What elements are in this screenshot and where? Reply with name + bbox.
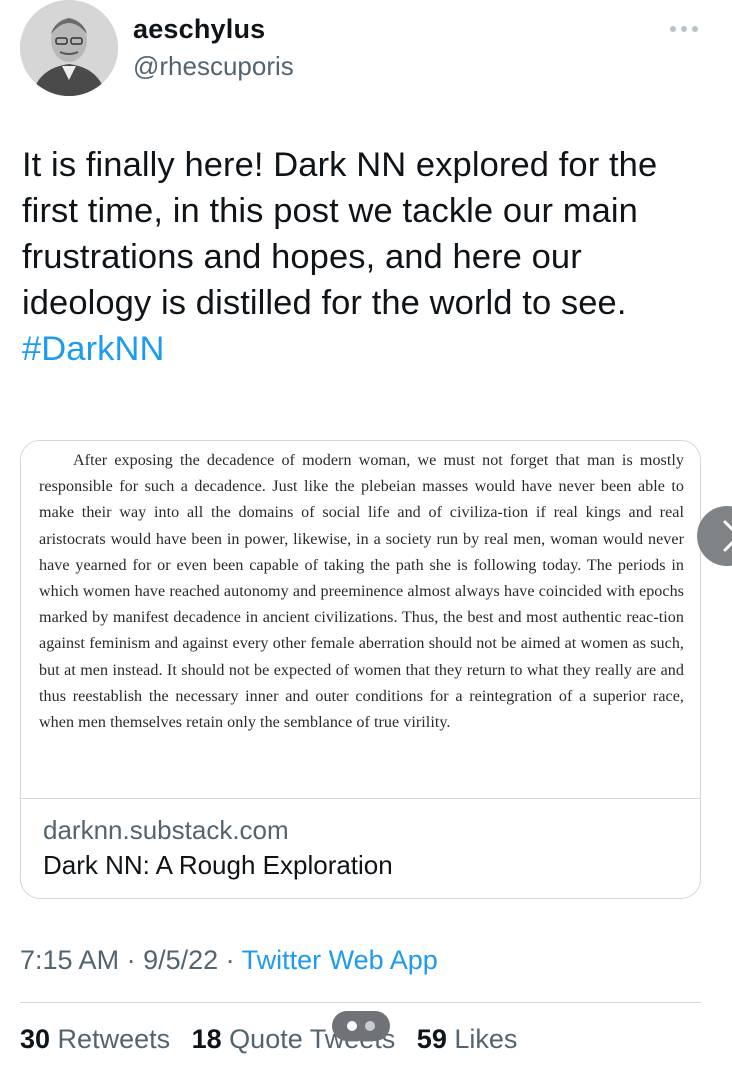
- tweet-text: It is finally here! Dark NN explored for…: [22, 142, 712, 372]
- divider: [20, 1002, 701, 1003]
- tweet-meta: 7:15 AM · 9/5/22 · Twitter Web App: [20, 945, 438, 976]
- tweet-body: It is finally here! Dark NN explored for…: [22, 146, 658, 322]
- more-options-button[interactable]: [664, 14, 704, 44]
- scanned-page-text: After exposing the decadence of modern w…: [39, 452, 684, 732]
- next-tweet-button[interactable]: [697, 506, 732, 566]
- retweets-label: Retweets: [50, 1024, 171, 1054]
- quotes-count: 18: [191, 1024, 222, 1054]
- hashtag-link[interactable]: #DarkNN: [22, 330, 165, 368]
- person-portrait-avatar-icon: [20, 0, 118, 96]
- retweets-stat[interactable]: 30 Retweets: [20, 1024, 170, 1054]
- tweet-date[interactable]: 9/5/22: [143, 945, 218, 975]
- card-title: Dark NN: A Rough Exploration: [43, 850, 393, 880]
- meta-separator: ·: [119, 945, 144, 975]
- avatar[interactable]: [20, 0, 118, 96]
- retweets-count: 30: [20, 1024, 51, 1054]
- tweet-source-link[interactable]: Twitter Web App: [242, 945, 438, 975]
- author-handle[interactable]: @rhescuporis: [133, 51, 294, 82]
- meta-separator: ·: [218, 945, 242, 975]
- card-domain: darknn.substack.com: [43, 815, 289, 845]
- likes-label: Likes: [446, 1024, 518, 1054]
- author-display-name[interactable]: aeschylus: [133, 14, 265, 45]
- likes-count: 59: [416, 1024, 447, 1054]
- more-horizontal-icon: [670, 26, 698, 32]
- tweet-time[interactable]: 7:15 AM: [20, 945, 119, 975]
- tweet-stats: 30 Retweets 18 Quote Tweets 59 Likes: [20, 1024, 531, 1055]
- link-preview-card[interactable]: After exposing the decadence of modern w…: [20, 440, 701, 899]
- page-indicator[interactable]: [332, 1011, 390, 1041]
- page-dot-active: [347, 1021, 357, 1031]
- chevron-right-icon: [723, 520, 732, 552]
- likes-stat[interactable]: 59 Likes: [417, 1024, 518, 1054]
- card-image: After exposing the decadence of modern w…: [21, 441, 700, 799]
- page-dot: [365, 1021, 375, 1031]
